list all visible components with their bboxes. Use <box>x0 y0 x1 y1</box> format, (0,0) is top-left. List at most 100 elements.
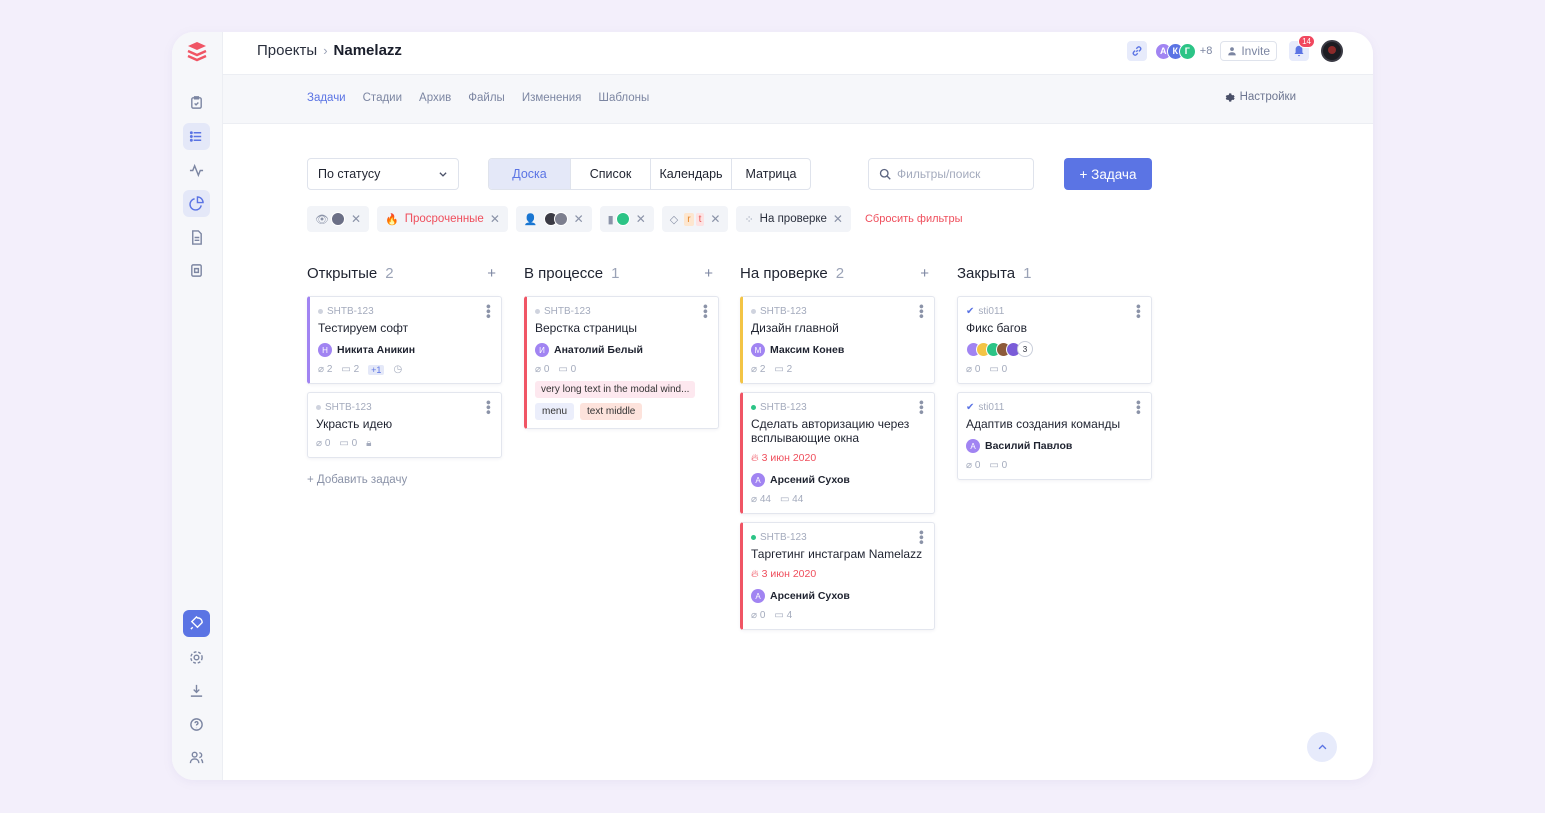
notifications-badge: 14 <box>1298 35 1315 48</box>
invite-button[interactable]: Invite <box>1220 41 1277 61</box>
task-due-date: 🔥︎ 3 июн 2020 <box>751 568 817 580</box>
more-options-icon[interactable]: ••• <box>1131 304 1147 319</box>
help-icon[interactable] <box>183 711 210 738</box>
group-by-select[interactable]: По статусу <box>307 158 459 190</box>
task-card[interactable]: ••• SHTB-123 Таргетинг инстаграм Namelaz… <box>740 522 935 630</box>
paperclip-icon: ⌀ <box>535 364 544 375</box>
paperclip-icon: ⌀ <box>751 610 760 621</box>
comment-icon: ▭ <box>989 460 1002 471</box>
activity-icon[interactable] <box>183 157 210 184</box>
tab-archive[interactable]: Архив <box>419 92 451 104</box>
add-card-icon[interactable]: + <box>920 265 929 282</box>
attachments-count: ⌀ 2 <box>751 364 766 375</box>
add-task-button[interactable]: + Задача <box>1064 158 1152 190</box>
task-meta: ⌀ 0 ▭ 0 🔒︎ <box>316 438 492 449</box>
column-title: Закрыта <box>957 264 1016 282</box>
more-options-icon[interactable]: ••• <box>914 304 930 319</box>
column-header: На проверке 2 + <box>740 262 935 284</box>
left-rail <box>172 32 223 780</box>
task-code: SHTB-123 <box>751 306 925 317</box>
filter-chip-overdue[interactable]: 🔥 Просроченные ✕ <box>377 206 508 232</box>
task-card[interactable]: ••• ✔ sti011 Фикс багов 3 ⌀ 0 ▭ 0 <box>957 296 1152 384</box>
more-options-icon[interactable]: ••• <box>481 304 497 319</box>
settings-link[interactable]: Настройки <box>1224 91 1296 103</box>
view-list-button[interactable]: Список <box>570 159 650 189</box>
task-title: Украсть идею <box>316 417 393 431</box>
scroll-to-top-button[interactable] <box>1307 732 1337 762</box>
download-icon[interactable] <box>183 677 210 704</box>
view-board-button[interactable]: Доска <box>489 159 570 189</box>
task-meta: ⌀ 0 ▭ 0 <box>966 364 1142 375</box>
task-meta: ⌀ 44 ▭ 44 <box>751 494 925 505</box>
users-icon[interactable] <box>183 744 210 771</box>
task-card[interactable]: ••• SHTB-123 Верстка страницы И Анатолий… <box>524 296 719 429</box>
search-placeholder: Фильтры/поиск <box>897 167 981 181</box>
close-icon[interactable]: ✕ <box>710 212 720 226</box>
more-options-icon[interactable]: ••• <box>481 400 497 415</box>
filter-chip-watchers[interactable]: 👁 ✕ <box>307 206 370 232</box>
tab-changes[interactable]: Изменения <box>522 92 582 104</box>
close-icon[interactable]: ✕ <box>490 212 500 226</box>
more-options-icon[interactable]: ••• <box>1131 400 1147 415</box>
board-column-open: Открытые 2 + ••• SHTB-123 Тестируем софт… <box>307 262 502 486</box>
more-options-icon[interactable]: ••• <box>914 400 930 415</box>
add-card-icon[interactable]: + <box>704 265 713 282</box>
search-input[interactable]: Фильтры/поиск <box>868 158 1034 190</box>
lock-icon: 🔒︎ <box>366 438 372 449</box>
group-by-value: По статусу <box>318 167 381 181</box>
close-icon[interactable]: ✕ <box>574 212 584 226</box>
pie-chart-icon[interactable] <box>183 190 210 217</box>
avatar: Н <box>318 343 332 357</box>
filter-chip-tags[interactable]: ◇ r t ✕ <box>661 206 729 232</box>
link-icon[interactable] <box>1126 41 1147 61</box>
filter-chip-assignee[interactable]: 👤 ✕ <box>515 206 592 232</box>
task-title: Адаптив создания команды <box>966 417 1121 431</box>
task-card[interactable]: ••• SHTB-123 Дизайн главной М Максим Кон… <box>740 296 935 384</box>
close-icon[interactable]: ✕ <box>833 212 843 226</box>
logo-icon[interactable] <box>185 41 209 63</box>
task-card[interactable]: ••• SHTB-123 Тестируем софт Н Никита Ани… <box>307 296 502 384</box>
report-icon[interactable] <box>183 257 210 284</box>
invite-label: Invite <box>1241 44 1270 58</box>
column-title: В процессе <box>524 264 604 282</box>
add-card-icon[interactable]: + <box>487 265 496 282</box>
task-title: Дизайн главной <box>751 321 839 335</box>
document-icon[interactable] <box>183 224 210 251</box>
close-icon[interactable]: ✕ <box>351 212 361 226</box>
comment-icon: ▭ <box>339 438 352 449</box>
task-card[interactable]: ••• SHTB-123 Сделать авторизацию через в… <box>740 392 935 514</box>
tab-templates[interactable]: Шаблоны <box>598 92 649 104</box>
view-matrix-button[interactable]: Матрица <box>731 159 810 189</box>
list-icon[interactable] <box>183 123 210 150</box>
tab-stages[interactable]: Стадии <box>363 92 402 104</box>
comment-icon: ▭ <box>558 364 571 375</box>
rocket-icon[interactable] <box>183 610 210 637</box>
avatar: А <box>966 439 980 453</box>
column-count: 2 <box>385 264 394 282</box>
gear-icon[interactable] <box>183 644 210 671</box>
filter-chip-stage[interactable]: ⁘ На проверке ✕ <box>736 206 851 232</box>
filter-chip-author[interactable]: ▮ ✕ <box>599 206 654 232</box>
reset-filters-link[interactable]: Сбросить фильтры <box>865 213 963 225</box>
tab-tasks[interactable]: Задачи <box>307 92 346 104</box>
more-options-icon[interactable]: ••• <box>698 304 714 319</box>
task-card[interactable]: ••• SHTB-123 Украсть идею ⌀ 0 ▭ 0 🔒︎ <box>307 392 502 458</box>
notifications-button[interactable]: 14 <box>1289 35 1315 61</box>
user-avatar[interactable] <box>1321 40 1343 62</box>
member-avatars[interactable]: А К Г +8 <box>1154 42 1213 60</box>
clipboard-icon[interactable] <box>183 89 210 116</box>
more-options-icon[interactable]: ••• <box>914 530 930 545</box>
members-extra-count[interactable]: +8 <box>1200 45 1213 57</box>
close-icon[interactable]: ✕ <box>636 212 646 226</box>
comments-count: ▭ 2 <box>341 364 360 375</box>
paperclip-icon: ⌀ <box>318 364 327 375</box>
comment-icon: ▭ <box>774 364 787 375</box>
avatar: И <box>535 343 549 357</box>
view-calendar-button[interactable]: Календарь <box>650 159 731 189</box>
task-card[interactable]: ••• ✔ sti011 Адаптив создания команды А В… <box>957 392 1152 480</box>
tab-files[interactable]: Файлы <box>468 92 505 104</box>
avatar[interactable]: Г <box>1178 42 1196 60</box>
task-assignee: М Максим Конев <box>751 343 925 357</box>
breadcrumb-projects[interactable]: Проекты <box>257 42 317 59</box>
add-task-link[interactable]: + Добавить задачу <box>307 474 502 486</box>
